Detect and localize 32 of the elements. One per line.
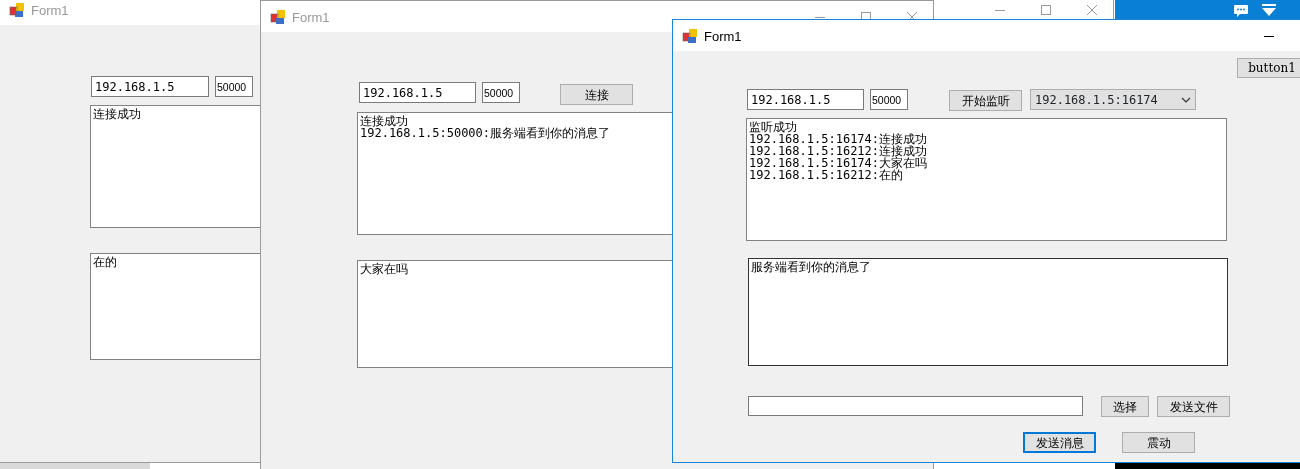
form-button[interactable]: 开始监听: [949, 90, 1022, 111]
text-field[interactable]: 192.168.1.5: [359, 82, 476, 103]
text-area[interactable]: 大家在吗: [357, 260, 672, 368]
text-field[interactable]: 192.168.1.5: [91, 76, 209, 97]
form-button[interactable]: 震动: [1122, 432, 1195, 453]
text-field[interactable]: 50000: [870, 89, 908, 110]
form-button[interactable]: button1: [1237, 58, 1300, 78]
app-icon: [682, 28, 698, 44]
window-title: Form1: [292, 9, 330, 27]
form-button[interactable]: 选择: [1101, 396, 1149, 417]
text-area[interactable]: 连接成功 192.168.1.5:50000:服务端看到你的消息了: [357, 112, 672, 235]
dropdown-arrow-icon[interactable]: [1262, 4, 1276, 17]
form-button[interactable]: 连接: [560, 84, 633, 105]
text-field[interactable]: [748, 396, 1083, 416]
text-area[interactable]: 监听成功 192.168.1.5:16174:连接成功 192.168.1.5:16212:连接成功 192.168.1.5:16174:大家在吗 192.168.1.5:16212:在的: [746, 118, 1227, 241]
form-button[interactable]: 发送消息: [1023, 432, 1096, 453]
text-area[interactable]: 在的: [90, 253, 260, 360]
close-icon[interactable]: [1086, 4, 1098, 16]
chat-bubble-icon[interactable]: [1233, 4, 1249, 18]
text-area[interactable]: 连接成功: [90, 105, 260, 228]
caret-icon: [1181, 96, 1191, 103]
form-button[interactable]: 发送文件: [1157, 396, 1230, 417]
window-title: Form1: [31, 2, 69, 20]
text-field[interactable]: 50000: [215, 76, 253, 97]
text-area[interactable]: 服务端看到你的消息了: [748, 258, 1228, 366]
text-field[interactable]: 192.168.1.5: [747, 89, 864, 110]
dropdown[interactable]: 192.168.1.5:16174: [1030, 89, 1196, 110]
text-field[interactable]: 50000: [482, 82, 520, 103]
maximize-icon[interactable]: [1040, 4, 1052, 16]
app-icon: [9, 2, 25, 18]
app-icon: [270, 9, 286, 25]
window-title: Form1: [704, 28, 742, 46]
